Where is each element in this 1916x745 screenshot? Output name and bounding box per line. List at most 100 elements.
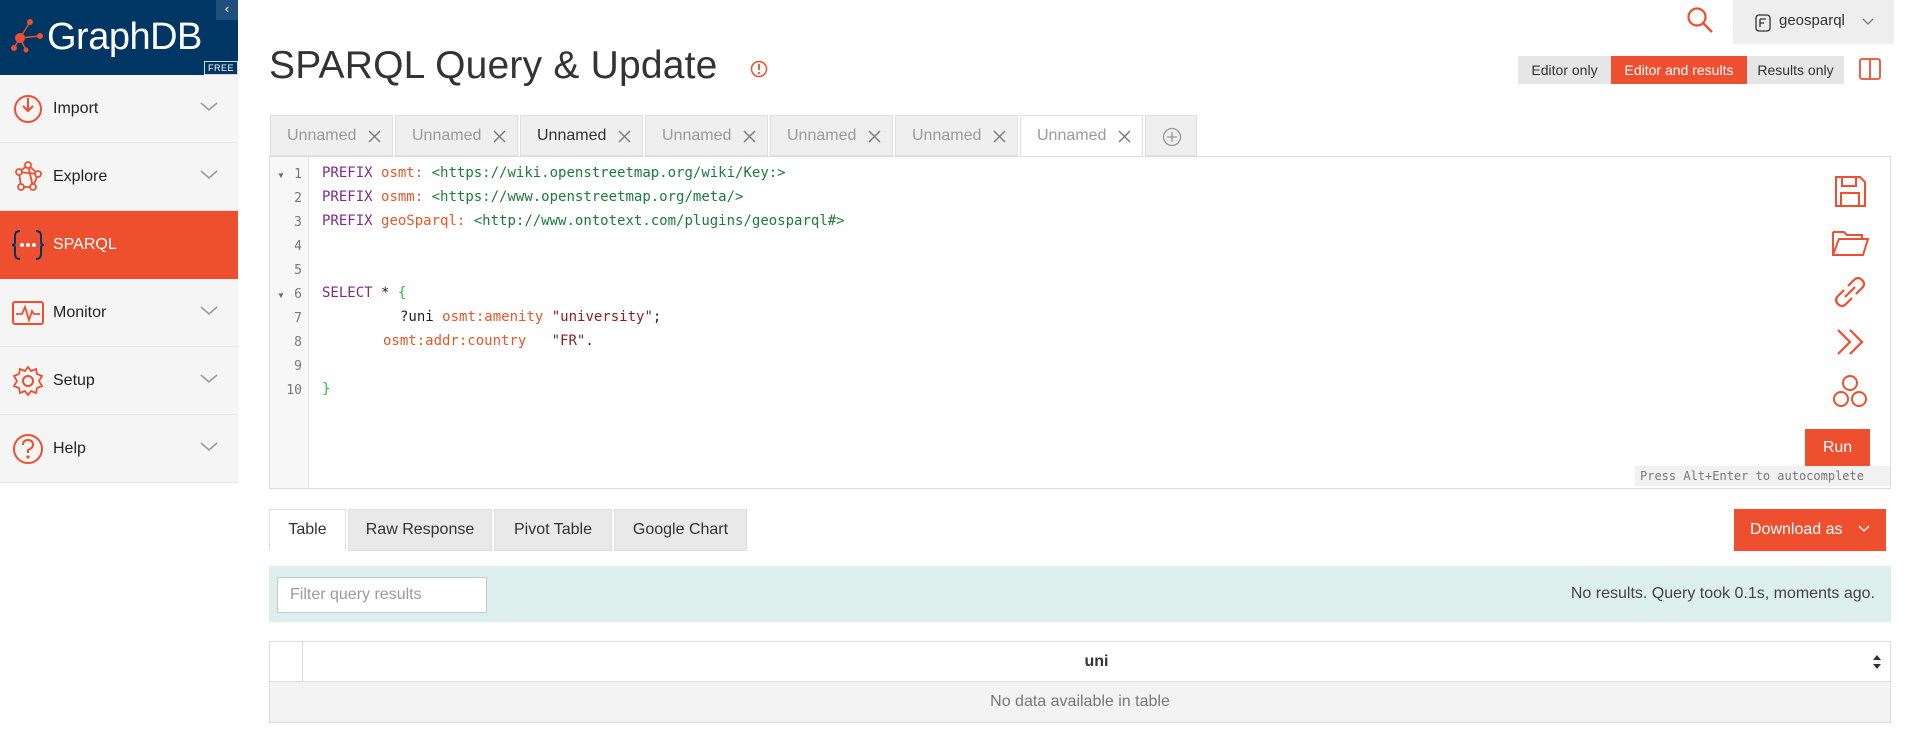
- sidebar-item-label: SPARQL: [53, 236, 117, 253]
- code-line-3: PREFIX geoSparql: <http://www.ontotext.c…: [322, 213, 845, 229]
- open-brace: {: [397, 285, 407, 301]
- sidebar-item-label: Import: [53, 100, 99, 117]
- query-tab-label: Unnamed: [537, 127, 607, 144]
- editor-only-button[interactable]: Editor only: [1518, 56, 1611, 84]
- prefix-name: geoSparql:: [381, 213, 466, 229]
- sort-icon[interactable]: [1872, 654, 1882, 670]
- explore-icon: [15, 161, 42, 191]
- tab-table[interactable]: Table: [269, 509, 346, 551]
- close-icon[interactable]: [992, 129, 1007, 144]
- close-icon[interactable]: [367, 129, 382, 144]
- terminator: ;: [652, 309, 662, 325]
- close-icon[interactable]: [867, 129, 882, 144]
- line-number: 7: [294, 311, 302, 326]
- line-number: 10: [286, 383, 302, 398]
- edition-badge: FREE: [204, 61, 238, 75]
- double-chevron-right-icon[interactable]: [1830, 322, 1870, 362]
- empty-table-message: No data available in table: [270, 682, 1890, 722]
- line-number: 5: [294, 263, 302, 278]
- prefix-name: osmm:: [381, 189, 424, 205]
- sidebar-item-import[interactable]: Import: [0, 75, 238, 143]
- download-as-button[interactable]: Download as: [1734, 509, 1886, 551]
- save-icon[interactable]: [1830, 171, 1870, 211]
- table-header: uni: [270, 642, 1890, 682]
- sparql-icon: [11, 230, 45, 260]
- folder-open-icon[interactable]: [1830, 222, 1870, 262]
- collapse-sidebar-button[interactable]: ‹: [216, 0, 238, 20]
- sidebar: GraphDB ‹ FREE Import Explore SPARQL Mon…: [0, 0, 238, 745]
- search-icon[interactable]: [1686, 6, 1714, 34]
- close-icon[interactable]: [1117, 129, 1132, 144]
- chevron-down-icon: [1862, 18, 1874, 25]
- code-line-6: SELECT * {: [322, 285, 406, 301]
- code-line-1: PREFIX osmt: <https://wiki.openstreetmap…: [322, 165, 786, 181]
- editor-and-results-button[interactable]: Editor and results: [1611, 56, 1747, 84]
- info-icon[interactable]: [750, 60, 768, 78]
- line-number: 8: [294, 335, 302, 350]
- prefix-name: osmt:: [381, 165, 424, 181]
- tab-raw-response[interactable]: Raw Response: [348, 509, 492, 551]
- sidebar-item-explore[interactable]: Explore: [0, 143, 238, 211]
- query-tab[interactable]: Unnamed: [895, 115, 1018, 156]
- gear-icon: [12, 365, 44, 397]
- link-icon[interactable]: [1830, 272, 1870, 312]
- close-icon[interactable]: [742, 129, 757, 144]
- query-tab-active[interactable]: Unnamed: [1020, 115, 1143, 156]
- line-number: 6: [294, 287, 302, 302]
- filter-results-input[interactable]: [277, 577, 487, 613]
- line-number: 2: [294, 191, 302, 206]
- query-tab[interactable]: Unnamed: [520, 115, 643, 156]
- results-only-button[interactable]: Results only: [1747, 56, 1844, 84]
- iri: <https://www.openstreetmap.org/meta/>: [431, 189, 744, 205]
- autocomplete-hint: Press Alt+Enter to autocomplete: [1635, 466, 1890, 486]
- query-tab[interactable]: Unnamed: [770, 115, 893, 156]
- column-header-uni[interactable]: uni: [303, 642, 1890, 682]
- close-icon[interactable]: [492, 129, 507, 144]
- tab-pivot-table[interactable]: Pivot Table: [494, 509, 612, 551]
- sidebar-item-label: Help: [53, 440, 86, 457]
- chevron-down-icon: [200, 170, 218, 179]
- tab-google-chart[interactable]: Google Chart: [614, 509, 747, 551]
- query-tab[interactable]: Unnamed: [270, 115, 393, 156]
- sidebar-nav: Import Explore SPARQL Monitor Setup Help: [0, 75, 238, 483]
- chevron-down-icon: [200, 374, 218, 383]
- predicate: osmt:amenity: [442, 309, 544, 325]
- chevron-down-icon: [1858, 525, 1870, 532]
- chevron-down-icon: [200, 306, 218, 315]
- keyword: PREFIX: [322, 213, 373, 229]
- query-tab-label: Unnamed: [412, 127, 482, 144]
- sidebar-item-monitor[interactable]: Monitor: [0, 279, 238, 347]
- query-tab[interactable]: Unnamed: [645, 115, 768, 156]
- row-index-header: [270, 642, 303, 682]
- repository-name: geosparql: [1779, 12, 1845, 29]
- add-tab-button[interactable]: [1145, 115, 1197, 156]
- query-editor[interactable]: ▼ 1 2 3 4 5 ▼ 6 7 8 9 10 PREFIX osmt: <h…: [269, 156, 1891, 489]
- line-number-gutter: ▼ 1 2 3 4 5 ▼ 6 7 8 9 10: [270, 157, 309, 488]
- plus-icon: [1162, 127, 1182, 147]
- sidebar-item-setup[interactable]: Setup: [0, 347, 238, 415]
- close-brace: }: [322, 381, 331, 397]
- sidebar-item-sparql[interactable]: SPARQL: [0, 211, 238, 279]
- graphdb-logo-icon: [11, 19, 43, 53]
- page-title: SPARQL Query & Update: [269, 44, 718, 87]
- query-tab-label: Unnamed: [662, 127, 732, 144]
- repository-selector[interactable]: geosparql: [1733, 0, 1894, 44]
- variable: ?uni: [400, 309, 434, 325]
- code-line-8: osmt:addr:country "FR".: [383, 333, 594, 349]
- close-icon[interactable]: [617, 129, 632, 144]
- line-number: 4: [294, 239, 302, 254]
- column-header-label: uni: [1084, 653, 1109, 670]
- run-button[interactable]: Run: [1805, 429, 1870, 467]
- sidebar-item-label: Setup: [53, 372, 95, 389]
- sidebar-item-help[interactable]: Help: [0, 415, 238, 483]
- line-number: 1: [294, 167, 302, 182]
- split-layout-icon[interactable]: [1858, 57, 1882, 81]
- query-tab[interactable]: Unnamed: [395, 115, 518, 156]
- chevron-down-icon: [200, 102, 218, 111]
- help-icon: [13, 434, 43, 464]
- predicate: osmt:addr:country: [383, 333, 527, 349]
- results-table: uni No data available in table: [269, 641, 1891, 723]
- line-number: 9: [294, 359, 302, 374]
- visual-graph-icon[interactable]: [1830, 372, 1870, 412]
- sidebar-item-label: Monitor: [53, 304, 107, 321]
